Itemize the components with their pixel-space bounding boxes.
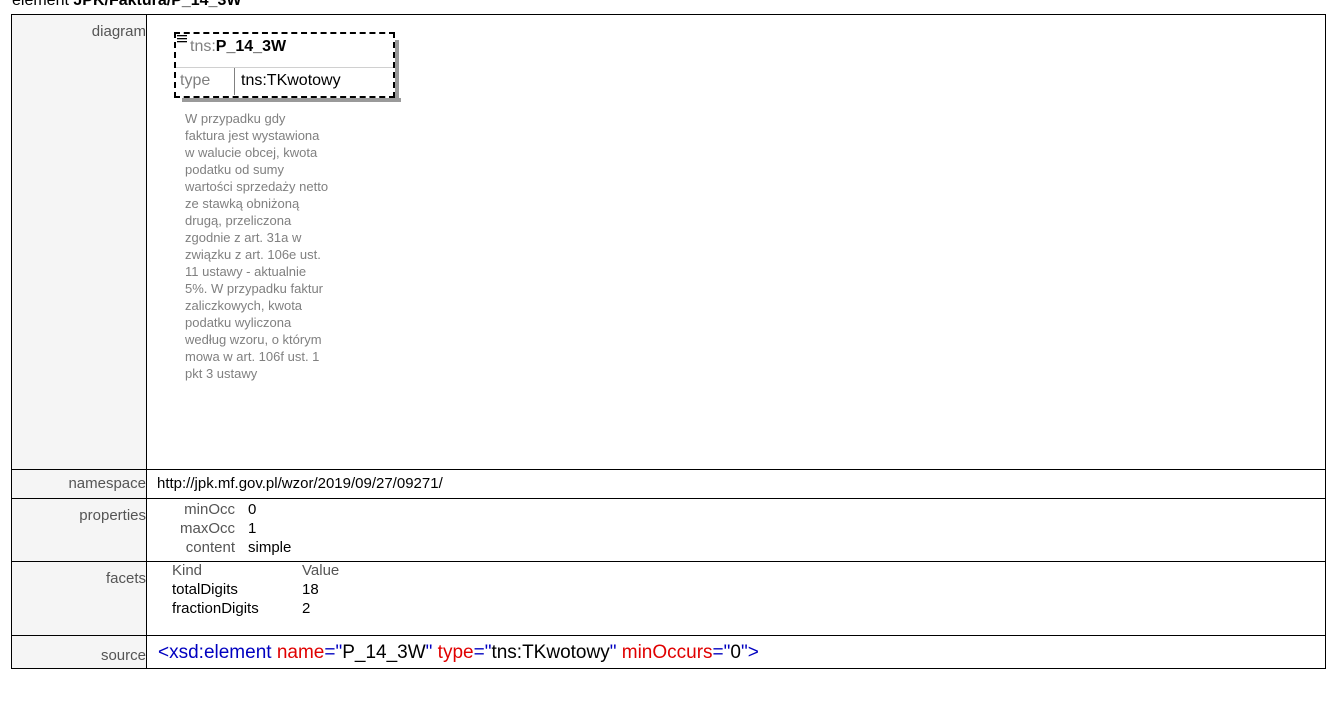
facets-label: facets bbox=[11, 561, 147, 636]
src-attr-minoccurs: minOccurs bbox=[616, 642, 713, 663]
doc-line: zaliczkowych, kwota bbox=[185, 298, 303, 313]
box-shadow-right bbox=[395, 40, 399, 102]
type-label: type bbox=[180, 72, 211, 89]
doc-line: faktura jest wystawiona bbox=[185, 128, 320, 143]
namespace-value[interactable]: http://jpk.mf.gov.pl/wzor/2019/09/27/092… bbox=[147, 470, 1325, 498]
src-attr-type-value: tns:TKwotowy bbox=[491, 642, 610, 663]
content-label: content bbox=[185, 539, 235, 556]
doc-line: związku z art. 106e ust. bbox=[185, 247, 321, 262]
diagram-label: diagram bbox=[11, 14, 147, 470]
source-label: source bbox=[11, 635, 147, 669]
doc-line: według wzoru, o którym bbox=[185, 332, 322, 347]
minocc-label: minOcc bbox=[184, 501, 235, 518]
element-documentation: W przypadku gdy faktura jest wystawiona … bbox=[185, 110, 390, 382]
minocc-value: 0 bbox=[248, 501, 257, 518]
box-shadow-bottom bbox=[182, 98, 401, 102]
namespace-label: namespace bbox=[11, 469, 147, 499]
doc-line: 11 ustawy - aktualnie bbox=[185, 264, 307, 279]
diagram-row: diagram tns:P_14_3W type tns:TKwotowy W … bbox=[11, 14, 1326, 470]
doc-line: ze stawką obniżoną bbox=[185, 196, 300, 211]
namespace-cell: http://jpk.mf.gov.pl/wzor/2019/09/27/092… bbox=[146, 469, 1326, 499]
type-value: tns:TKwotowy bbox=[241, 72, 341, 89]
doc-line: pkt 3 ustawy bbox=[185, 366, 258, 381]
doc-line: podatku od sumy bbox=[185, 162, 285, 177]
src-attr-minoccurs-value: 0 bbox=[730, 642, 741, 663]
doc-line: 5%. W przypadku faktur bbox=[185, 281, 323, 296]
doc-line: w walucie obcej, kwota bbox=[185, 145, 318, 160]
doc-line: zgodnie z art. 31a w bbox=[185, 230, 302, 245]
element-doc-table: diagram tns:P_14_3W type tns:TKwotowy W … bbox=[11, 14, 1326, 669]
maxocc-label: maxOcc bbox=[179, 520, 235, 537]
list-icon bbox=[177, 35, 187, 43]
properties-row: properties minOcc 0 maxOcc 1 content sim… bbox=[11, 498, 1326, 562]
src-close-tag: > bbox=[747, 642, 759, 663]
source-cell: <xsd:element name="P_14_3W" type="tns:TK… bbox=[146, 635, 1326, 669]
element-box[interactable]: tns:P_14_3W type tns:TKwotowy bbox=[174, 32, 401, 102]
src-attr-type: type bbox=[432, 642, 474, 663]
source-code[interactable]: <xsd:element name="P_14_3W" type="tns:TK… bbox=[158, 641, 759, 665]
doc-line: mowa w art. 106f ust. 1 bbox=[185, 349, 320, 364]
element-name-text: P_14_3W bbox=[215, 38, 287, 55]
heading-prefix: element bbox=[12, 0, 69, 9]
element-ns-prefix: tns: bbox=[190, 38, 216, 55]
content-value: simple bbox=[248, 539, 292, 556]
facet-kind: totalDigits bbox=[172, 581, 238, 598]
properties-cell: minOcc 0 maxOcc 1 content simple bbox=[146, 498, 1326, 562]
diagram-cell: tns:P_14_3W type tns:TKwotowy W przypadk… bbox=[146, 14, 1326, 470]
facet-value: 2 bbox=[302, 600, 311, 617]
src-open-tag: <xsd:element bbox=[158, 642, 272, 663]
doc-line: podatku wyliczona bbox=[185, 315, 292, 330]
src-attr-name: name bbox=[271, 642, 325, 663]
element-name: tns:P_14_3W bbox=[190, 37, 286, 57]
heading-path: JPK/Faktura/P_14_3W bbox=[73, 0, 242, 9]
element-type-row: type tns:TKwotowy bbox=[176, 67, 393, 95]
namespace-row: namespace http://jpk.mf.gov.pl/wzor/2019… bbox=[11, 469, 1326, 499]
doc-line: drugą, przeliczona bbox=[185, 213, 292, 228]
maxocc-value: 1 bbox=[248, 520, 257, 537]
type-separator bbox=[234, 68, 235, 95]
facet-value: 18 bbox=[302, 581, 319, 598]
facets-cell: Kind Value totalDigits 18 fractionDigits… bbox=[146, 561, 1326, 636]
src-attr-value: P_14_3W bbox=[342, 642, 426, 663]
facets-value-header: Value bbox=[302, 562, 340, 579]
doc-line: W przypadku gdy bbox=[185, 111, 286, 126]
properties-label: properties bbox=[11, 498, 147, 562]
facets-kind-header: Kind bbox=[172, 562, 203, 579]
facets-row: facets Kind Value totalDigits 18 fractio… bbox=[11, 561, 1326, 636]
facet-kind: fractionDigits bbox=[172, 600, 259, 617]
facets-table: Kind Value totalDigits 18 fractionDigits… bbox=[147, 562, 1325, 635]
source-row: source <xsd:element name="P_14_3W" type=… bbox=[11, 635, 1326, 669]
doc-line: wartości sprzedaży netto bbox=[185, 179, 329, 194]
page-heading: element JPK/Faktura/P_14_3W bbox=[12, 0, 241, 11]
